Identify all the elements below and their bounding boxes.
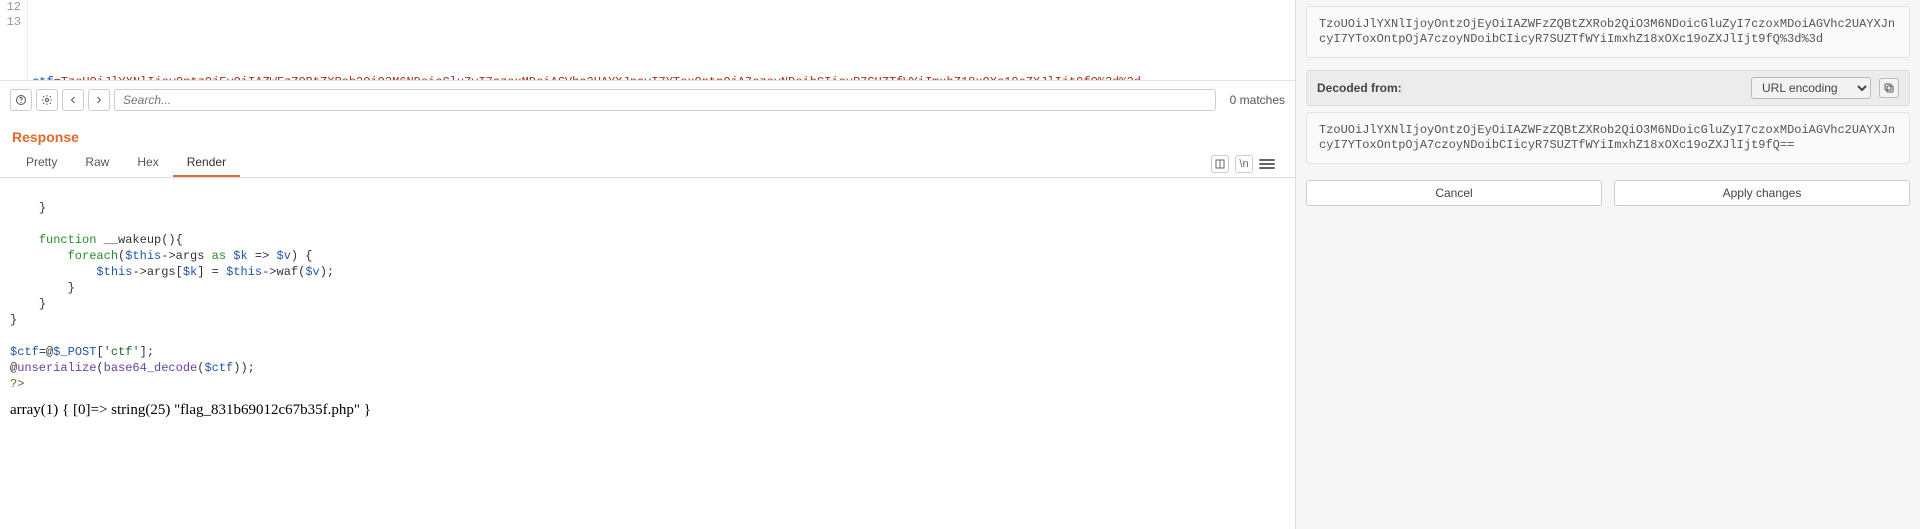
- php-output: array(1) { [0]=> string(25) "flag_831b69…: [10, 402, 1285, 418]
- gear-icon[interactable]: [36, 89, 58, 111]
- response-body[interactable]: } function __wakeup(){ foreach($this->ar…: [0, 178, 1295, 529]
- help-icon[interactable]: [10, 89, 32, 111]
- line-number: 12: [0, 0, 21, 15]
- inspector-panel: TzoUOiJlYXNlIjoyOntzOjEyOiIAZWFzZQBtZXRo…: [1296, 0, 1920, 529]
- apply-changes-button[interactable]: Apply changes: [1614, 180, 1910, 206]
- next-match-icon[interactable]: [88, 89, 110, 111]
- tab-pretty[interactable]: Pretty: [12, 151, 71, 177]
- request-editor[interactable]: 12 13 ctf=TzoUOiJlYXNlIjoyOntzOjEyOiIAZW…: [0, 0, 1295, 80]
- decoded-from-label: Decoded from:: [1317, 81, 1402, 95]
- inspector-decoded-value[interactable]: TzoUOiJlYXNlIjoyOntzOjEyOiIAZWFzZQBtZXRo…: [1306, 112, 1910, 164]
- search-toolbar: 0 matches: [0, 80, 1295, 119]
- menu-icon[interactable]: [1259, 159, 1275, 169]
- search-input[interactable]: [114, 89, 1216, 111]
- prev-match-icon[interactable]: [62, 89, 84, 111]
- cancel-button[interactable]: Cancel: [1306, 180, 1602, 206]
- inspector-decoded-header: Decoded from: URL encoding: [1306, 70, 1910, 106]
- response-tabs: Pretty Raw Hex Render \n: [0, 145, 1295, 178]
- line-number: 13: [0, 15, 21, 30]
- decoding-select[interactable]: URL encoding: [1751, 77, 1871, 99]
- inspector-encoded-value[interactable]: TzoUOiJlYXNlIjoyOntzOjEyOiIAZWFzZQBtZXRo…: [1306, 6, 1910, 58]
- response-title: Response: [0, 119, 1295, 145]
- tab-render[interactable]: Render: [173, 151, 240, 177]
- request-content[interactable]: ctf=TzoUOiJlYXNlIjoyOntzOjEyOiIAZWFzZQBt…: [28, 0, 1141, 80]
- line-number-gutter: 12 13: [0, 0, 28, 80]
- match-count: 0 matches: [1220, 93, 1285, 107]
- view-toggle-icon[interactable]: [1211, 155, 1229, 173]
- newline-icon[interactable]: \n: [1235, 155, 1253, 173]
- tab-raw[interactable]: Raw: [71, 151, 123, 177]
- tab-hex[interactable]: Hex: [123, 151, 172, 177]
- copy-icon[interactable]: [1879, 78, 1899, 98]
